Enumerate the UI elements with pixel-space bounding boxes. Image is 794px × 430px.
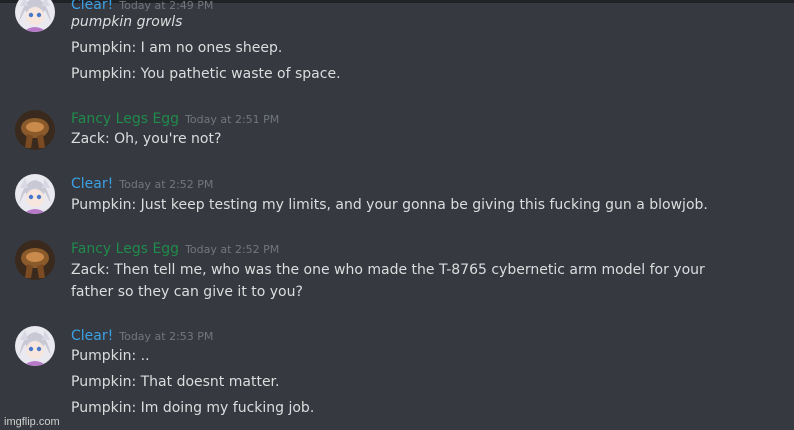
- timestamp: Today at 2:51 PM: [185, 113, 280, 126]
- message-line: Pumpkin: Im doing my fucking job.: [71, 400, 315, 416]
- message-header: Fancy Legs Egg Today at 2:51 PM: [71, 108, 279, 128]
- message-line: pumpkin growls: [71, 14, 183, 30]
- message-header: Clear! Today at 2:52 PM: [71, 173, 213, 193]
- timestamp: Today at 2:53 PM: [119, 330, 214, 343]
- username[interactable]: Fancy Legs Egg: [71, 111, 179, 127]
- username[interactable]: Clear!: [71, 176, 113, 192]
- egg-avatar-icon[interactable]: [15, 110, 55, 150]
- anime-girl-avatar-icon[interactable]: [15, 174, 55, 214]
- message-line: Pumpkin: Just keep testing my limits, an…: [71, 197, 708, 213]
- message-line: Pumpkin: You pathetic waste of space.: [71, 66, 341, 82]
- username[interactable]: Fancy Legs Egg: [71, 241, 179, 257]
- egg-avatar-icon[interactable]: [15, 240, 55, 280]
- message-line: Zack: Then tell me, who was the one who …: [71, 262, 705, 300]
- timestamp: Today at 2:52 PM: [119, 178, 214, 191]
- username[interactable]: Clear!: [71, 328, 113, 344]
- message-line: Pumpkin: That doesnt matter.: [71, 374, 280, 390]
- imgflip-watermark: imgflip.com: [4, 416, 60, 428]
- message-line: Pumpkin: I am no ones sheep.: [71, 40, 283, 56]
- message-line: Pumpkin: ..: [71, 348, 150, 364]
- anime-girl-avatar-icon[interactable]: [15, 0, 55, 32]
- message-line: Zack: Oh, you're not?: [71, 131, 222, 147]
- message-header: Clear! Today at 2:53 PM: [71, 325, 213, 345]
- anime-girl-avatar-icon[interactable]: [15, 326, 55, 366]
- message-header: Fancy Legs Egg Today at 2:52 PM: [71, 238, 279, 258]
- timestamp: Today at 2:52 PM: [185, 243, 280, 256]
